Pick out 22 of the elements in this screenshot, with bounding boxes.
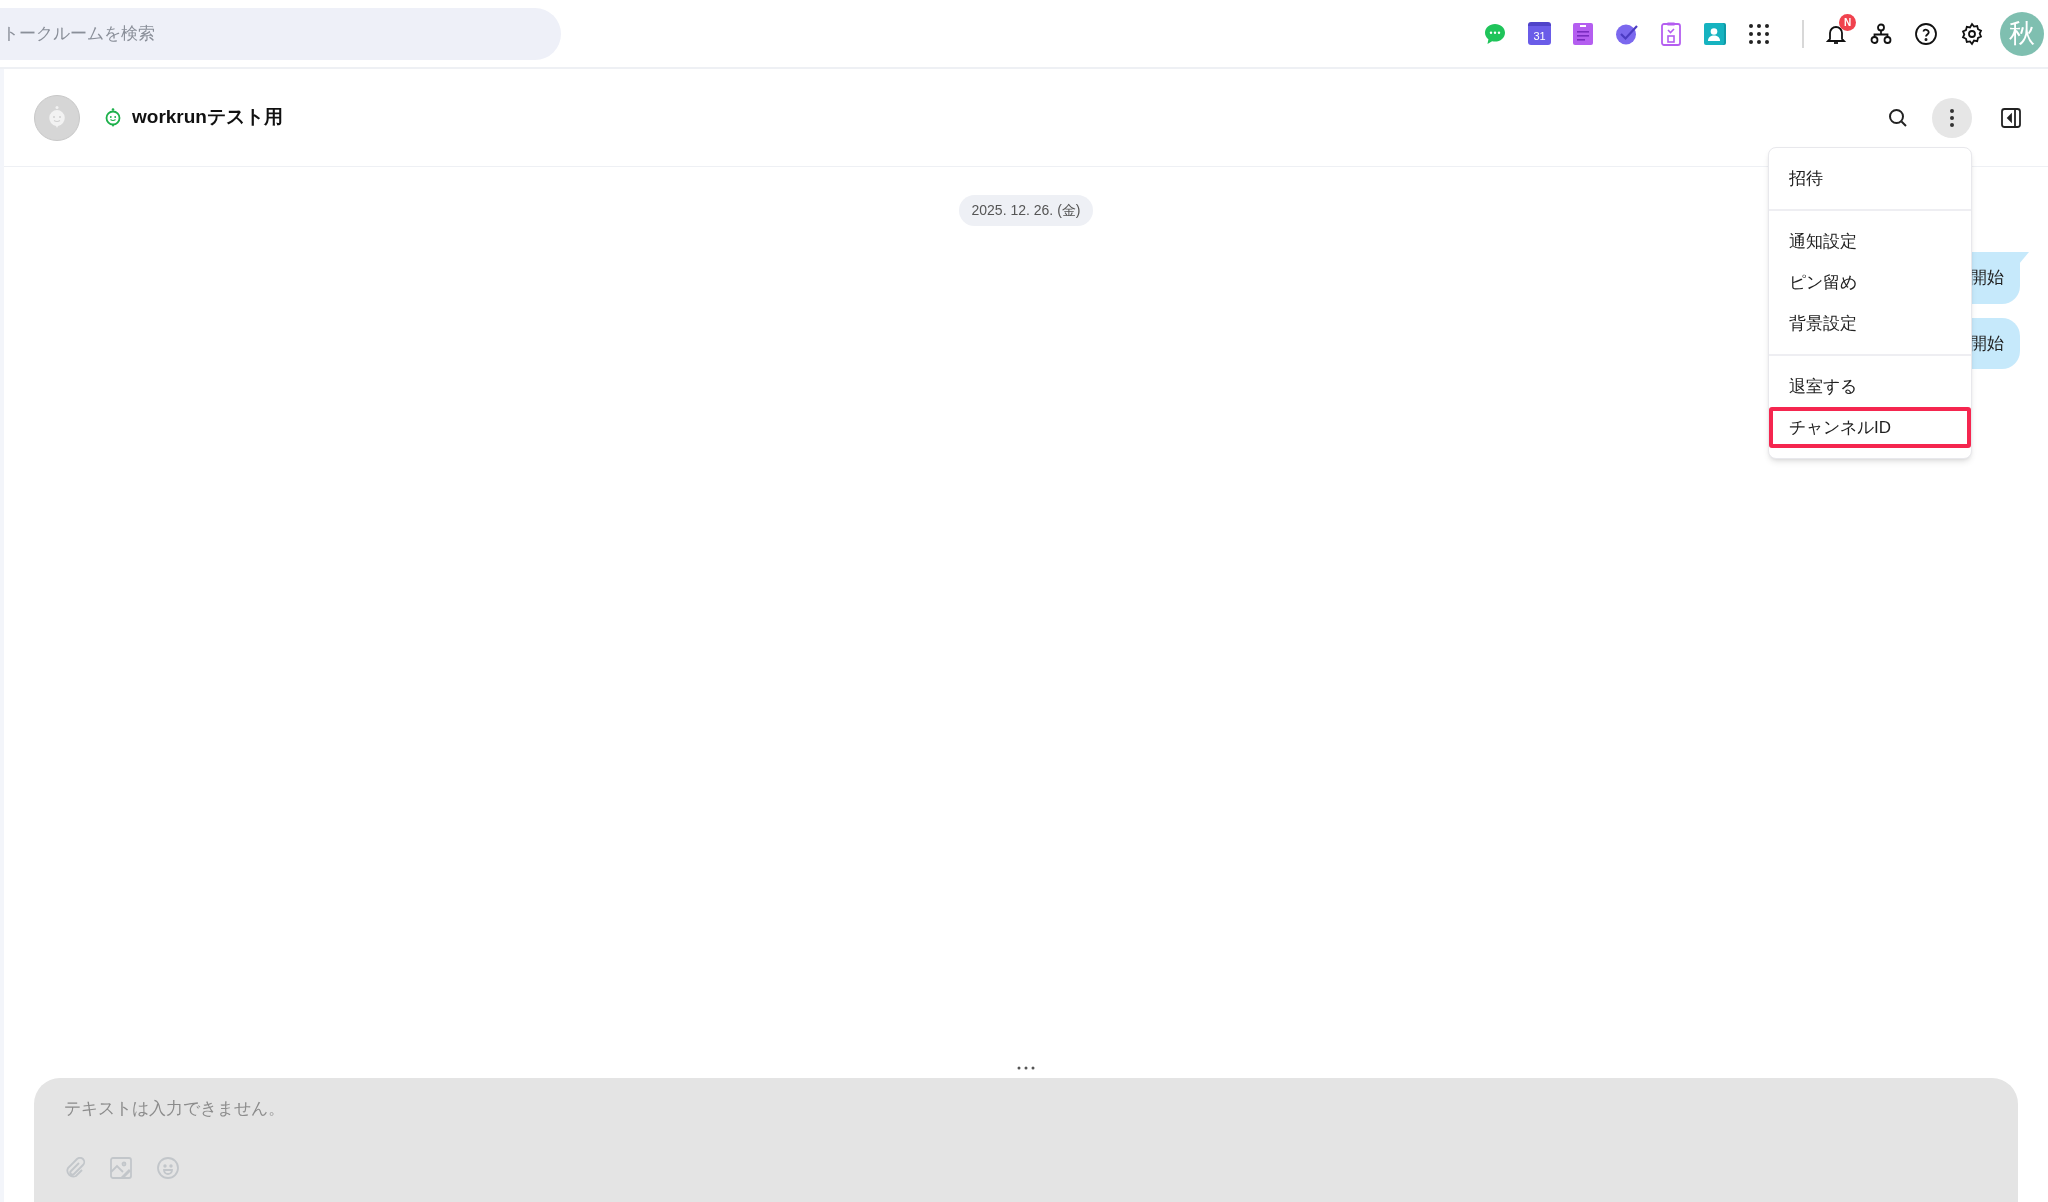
- date-label: 2025. 12. 26. (金): [958, 195, 1094, 226]
- more-options-button[interactable]: [1932, 97, 1972, 138]
- bot-face-icon: [104, 107, 122, 128]
- notification-badge: N: [1839, 13, 1856, 31]
- org-chart-icon[interactable]: [1870, 22, 1892, 45]
- paperclip-icon[interactable]: [64, 1157, 86, 1179]
- clipboard-check-icon[interactable]: [1660, 21, 1682, 46]
- settings-icon[interactable]: [1960, 21, 1984, 46]
- channel-title: workrunテスト用: [132, 105, 283, 130]
- help-icon[interactable]: [1914, 21, 1938, 46]
- contact-card-icon[interactable]: [1703, 21, 1727, 46]
- app-grid-icon[interactable]: [1748, 22, 1770, 45]
- menu-item[interactable]: 退室する: [1769, 366, 1971, 407]
- menu-item[interactable]: チャンネルID: [1769, 407, 1971, 448]
- message-composer[interactable]: テキストは入力できません。: [34, 1078, 2018, 1202]
- search-field[interactable]: トークルームを検索: [0, 7, 561, 60]
- vertical-dots-icon: [1949, 107, 1955, 128]
- side-panel-icon[interactable]: [2000, 106, 2022, 129]
- calendar-icon[interactable]: 31: [1528, 22, 1551, 45]
- note-icon[interactable]: [1572, 21, 1594, 46]
- resize-handle-icon[interactable]: [1017, 1066, 1035, 1070]
- menu-item[interactable]: 招待: [1769, 158, 1971, 199]
